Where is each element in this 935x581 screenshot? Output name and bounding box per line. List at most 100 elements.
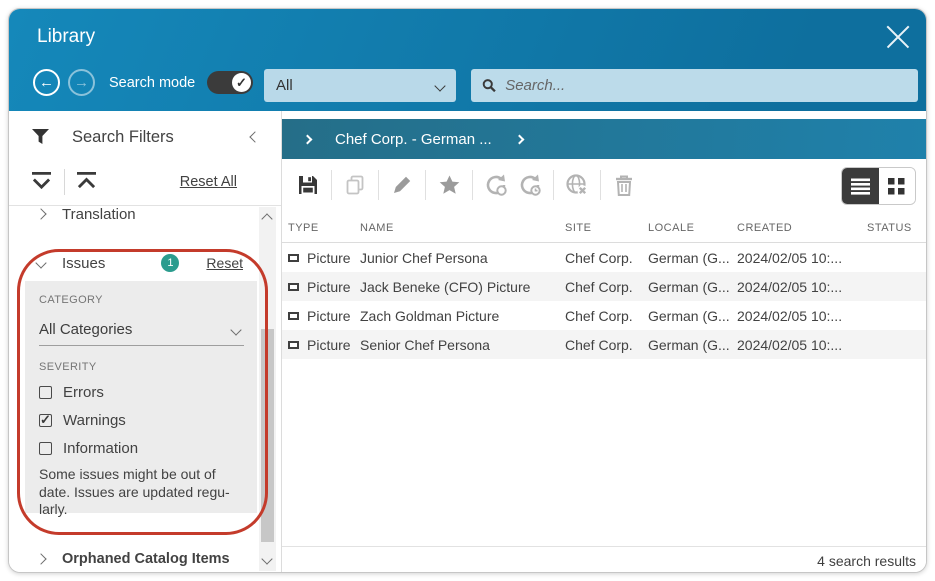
chevron-down-icon [230, 324, 241, 335]
col-status[interactable]: STATUS [867, 222, 926, 234]
col-created[interactable]: CREATED [737, 222, 867, 234]
col-locale[interactable]: LOCALE [648, 222, 737, 234]
scroll-down-icon[interactable] [261, 553, 272, 564]
forward-button[interactable]: → [68, 69, 95, 96]
filter-section-issues[interactable]: Issues 1 Reset [9, 249, 257, 277]
forward-arrow-icon: → [74, 74, 89, 91]
update-translations-button[interactable] [483, 172, 509, 198]
divider [64, 169, 65, 195]
scrollbar-thumb[interactable] [261, 329, 274, 542]
save-icon [297, 174, 319, 196]
search-box[interactable] [471, 69, 918, 102]
asset-type-select[interactable]: All [264, 69, 456, 102]
errors-checkbox[interactable] [39, 386, 52, 399]
sidebar-scrollbar[interactable] [259, 207, 276, 571]
sidebar-title: Search Filters [72, 128, 174, 147]
library-window: Library ← → Search mode ✓ All [8, 8, 927, 573]
trash-icon [613, 174, 635, 197]
reset-all-link[interactable]: Reset All [180, 174, 237, 190]
picture-type-icon [288, 283, 299, 291]
col-name[interactable]: NAME [360, 222, 565, 234]
search-filters-sidebar: Search Filters Reset All Translatio [9, 111, 282, 573]
section-label: Orphaned Catalog Items [62, 551, 230, 567]
breadcrumb-chevron-icon[interactable] [514, 134, 524, 144]
locale-cell: German (G... [648, 337, 737, 353]
col-type[interactable]: TYPE [288, 222, 360, 234]
edit-pencil-icon [391, 174, 413, 196]
filter-section-translation[interactable]: Translation [9, 207, 257, 228]
results-panel: Chef Corp. - German ... [282, 111, 926, 573]
warnings-checkbox[interactable] [39, 414, 52, 427]
status-bar: 4 search results [282, 546, 926, 573]
search-input[interactable] [505, 77, 907, 94]
results-count: 4 search results [817, 553, 916, 569]
chevron-right-icon [35, 208, 46, 219]
collapse-sidebar-icon[interactable] [249, 131, 260, 142]
window-header: Library ← → Search mode ✓ All [9, 9, 926, 111]
severity-option-warnings[interactable]: Warnings [39, 412, 244, 429]
locale-cell: German (G... [648, 308, 737, 324]
category-value: All Categories [39, 321, 132, 338]
back-button[interactable]: ← [33, 69, 60, 96]
save-button[interactable] [295, 172, 321, 198]
list-view-button[interactable] [842, 168, 879, 204]
expand-all-icon[interactable] [30, 171, 53, 190]
divider [331, 170, 332, 200]
grid-view-button[interactable] [879, 168, 916, 204]
search-mode-toggle[interactable]: ✓ [207, 71, 253, 94]
issues-reset-link[interactable]: Reset [206, 255, 243, 271]
table-row[interactable]: Picture Senior Chef Persona Chef Corp. G… [282, 330, 926, 359]
divider [472, 170, 473, 200]
issues-count-badge: 1 [161, 254, 179, 272]
section-label: Translation [62, 207, 136, 223]
picture-type-icon [288, 254, 299, 262]
name-cell: Senior Chef Persona [360, 337, 565, 353]
severity-option-errors[interactable]: Errors [39, 384, 244, 401]
information-checkbox[interactable] [39, 442, 52, 455]
severity-option-information[interactable]: Information [39, 440, 244, 457]
category-label: CATEGORY [39, 294, 244, 306]
breadcrumb-chevron-icon[interactable] [303, 134, 313, 144]
created-cell: 2024/02/05 10:... [737, 250, 867, 266]
star-icon [438, 174, 461, 196]
asset-type-value: All [276, 77, 293, 94]
close-icon[interactable] [884, 23, 912, 51]
grid-view-icon [887, 177, 906, 196]
chevron-right-icon [35, 553, 46, 564]
favorite-button[interactable] [436, 172, 462, 198]
results-toolbar [282, 159, 926, 211]
issues-note: Some issues might be out of date. Issues… [39, 466, 244, 519]
update-translation-status-button[interactable] [517, 172, 543, 198]
filter-section-orphaned-catalog-items[interactable]: Orphaned Catalog Items [9, 545, 257, 573]
sync-status-icon [518, 173, 542, 197]
search-mode-label: Search mode [109, 75, 195, 91]
type-cell: Picture [307, 250, 351, 266]
name-cell: Zach Goldman Picture [360, 308, 565, 324]
remove-translations-button[interactable] [564, 172, 590, 198]
created-cell: 2024/02/05 10:... [737, 337, 867, 353]
table-row[interactable]: Picture Jack Beneke (CFO) Picture Chef C… [282, 272, 926, 301]
site-cell: Chef Corp. [565, 337, 648, 353]
table-row[interactable]: Picture Zach Goldman Picture Chef Corp. … [282, 301, 926, 330]
created-cell: 2024/02/05 10:... [737, 279, 867, 295]
table-body: Picture Junior Chef Persona Chef Corp. G… [282, 243, 926, 359]
filter-funnel-icon [31, 128, 50, 145]
checkbox-label: Warnings [63, 412, 126, 429]
checkbox-label: Errors [63, 384, 104, 401]
table-row[interactable]: Picture Junior Chef Persona Chef Corp. G… [282, 243, 926, 272]
site-cell: Chef Corp. [565, 308, 648, 324]
divider [378, 170, 379, 200]
category-select[interactable]: All Categories [39, 314, 244, 346]
sync-icon [484, 173, 508, 197]
site-cell: Chef Corp. [565, 279, 648, 295]
duplicate-button[interactable] [342, 172, 368, 198]
list-view-icon [850, 178, 871, 195]
delete-button[interactable] [611, 172, 637, 198]
breadcrumb-item[interactable]: Chef Corp. - German ... [335, 131, 492, 148]
edit-button[interactable] [389, 172, 415, 198]
col-site[interactable]: SITE [565, 222, 648, 234]
section-label: Issues [62, 255, 105, 272]
severity-label: SEVERITY [39, 361, 244, 373]
collapse-all-icon[interactable] [75, 171, 98, 190]
scroll-up-icon[interactable] [261, 213, 272, 224]
